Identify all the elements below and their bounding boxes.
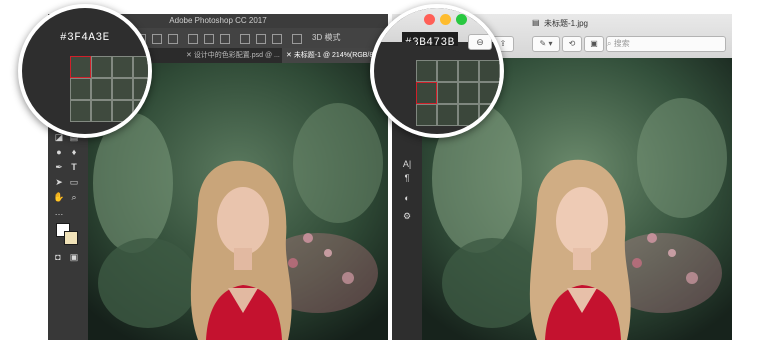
preview-filename: 未标题-1.jpg (544, 19, 589, 28)
zoom-icon[interactable]: ⌕ (68, 191, 80, 203)
close-icon[interactable]: ✕ (186, 52, 194, 59)
pixel-cell (70, 78, 91, 100)
pixel-cell (416, 60, 437, 82)
rectangle-icon[interactable]: ▭ (68, 176, 80, 188)
distribute-top-icon[interactable] (188, 34, 198, 44)
distribute-right-icon[interactable] (272, 34, 282, 44)
properties-icon[interactable]: ⚙ (401, 210, 413, 222)
pixel-cell (112, 56, 133, 78)
tab-untitled-1[interactable]: ✕ 未标题-1 @ 214%(RGB/8) * (282, 48, 385, 63)
color-picker-magnifier-left: #3F4A3E (18, 4, 152, 138)
pixel-cell (479, 104, 500, 126)
pixel-cell (91, 78, 112, 100)
pixel-cell (458, 60, 479, 82)
distribute-center-icon[interactable] (256, 34, 266, 44)
tab-color-config-psd[interactable]: ✕ 设计中的色彩配置.psd @ ... (182, 48, 284, 63)
distribute-left-icon[interactable] (240, 34, 250, 44)
magnified-minimize-dot (440, 14, 451, 25)
markup-pen-button[interactable]: ✎ ▾ (532, 36, 560, 52)
pixel-cell (437, 82, 458, 104)
toolbox-button[interactable]: ▣ (584, 36, 604, 52)
selected-pixel (70, 56, 91, 78)
hex-color-value: #3F4A3E (60, 32, 110, 44)
hand-icon[interactable]: ✋ (53, 191, 65, 203)
quick-mask-icon[interactable]: ◘ (52, 251, 64, 263)
document-icon: ▤ (532, 18, 540, 27)
magnified-close-dot (424, 14, 435, 25)
tab-label: 设计中的色彩配置.psd @ ... (193, 52, 280, 59)
screen-mode-icon[interactable]: ▣ (68, 251, 80, 263)
search-placeholder: 搜索 (613, 39, 630, 48)
color-picker-magnifier-right: #3B473B ⊖ (370, 4, 504, 138)
blur-icon[interactable]: ● (53, 146, 65, 158)
pixel-grid (416, 60, 500, 126)
pixel-cell (458, 82, 479, 104)
more-tools-icon[interactable]: … (53, 206, 65, 218)
distribute-middle-icon[interactable] (204, 34, 214, 44)
auto-align-icon[interactable] (292, 34, 302, 44)
pixel-cell (70, 100, 91, 122)
pixel-cell (91, 56, 112, 78)
magnified-zoom-dot (456, 14, 467, 25)
distribute-bottom-icon[interactable] (220, 34, 230, 44)
rotate-button[interactable]: ⟲ (562, 36, 582, 52)
character-panel-icon[interactable]: A| (401, 158, 413, 170)
tab-label: 未标题-1 @ 214%(RGB/8) * (293, 52, 381, 59)
path-select-icon[interactable]: ➤ (53, 176, 65, 188)
adjustments-icon[interactable]: ◐ (401, 192, 413, 204)
pixel-cell (437, 104, 458, 126)
type-icon[interactable]: T (68, 161, 80, 173)
dodge-icon[interactable]: ♦ (68, 146, 80, 158)
pixel-cell (437, 60, 458, 82)
pixel-cell (112, 100, 133, 122)
search-icon: ⌕ (607, 39, 614, 48)
pixel-cell (479, 60, 500, 82)
pixel-cell (91, 100, 112, 122)
close-icon[interactable]: ✕ (286, 52, 294, 59)
align-center-icon[interactable] (152, 34, 162, 44)
pixel-cell (416, 104, 437, 126)
pen-icon[interactable]: ✒ (53, 161, 65, 173)
search-field[interactable]: ⌕ 搜索 (606, 36, 726, 52)
pixel-grid (70, 56, 148, 122)
pixel-cell (112, 78, 133, 100)
pixel-cell (133, 56, 148, 78)
zoom-out-icon: ⊖ (468, 34, 492, 50)
pixel-cell (458, 104, 479, 126)
pixel-cell (479, 82, 500, 104)
selected-pixel (416, 82, 437, 104)
paragraph-icon[interactable]: ¶ (401, 172, 413, 184)
3d-mode-label: 3D 模式 (312, 33, 341, 42)
magnified-side-toolbar (402, 42, 416, 134)
background-color-swatch[interactable] (64, 231, 78, 245)
align-right-icon[interactable] (168, 34, 178, 44)
photoshop-app-title: Adobe Photoshop CC 2017 (169, 16, 267, 25)
